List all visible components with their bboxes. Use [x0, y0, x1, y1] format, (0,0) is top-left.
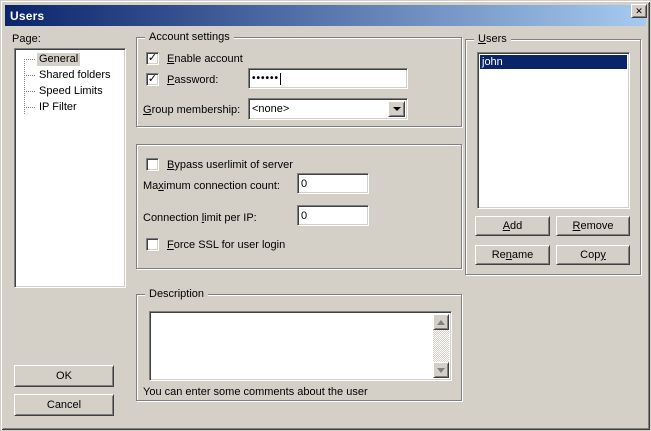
tree-item-general[interactable]: General	[17, 51, 123, 67]
arrow-down-icon	[437, 368, 445, 373]
copy-user-button[interactable]: Copy	[556, 245, 630, 265]
ok-button[interactable]: OK	[14, 365, 114, 387]
connection-settings-group: Bypass userlimit of server Maximum conne…	[136, 144, 462, 269]
tree-branch-icon	[24, 59, 35, 60]
scroll-up-button[interactable]	[433, 314, 449, 330]
enable-account-label: Enable account	[167, 53, 243, 65]
close-button[interactable]: ✕	[631, 4, 647, 18]
rename-button-label: Rename	[492, 249, 534, 261]
add-button-label: Add	[503, 220, 523, 232]
text-caret	[280, 73, 281, 85]
max-connection-count-label: Maximum connection count:	[143, 180, 280, 192]
bypass-userlimit-label: Bypass userlimit of server	[167, 159, 293, 171]
force-ssl-checkbox[interactable]	[146, 238, 159, 251]
tree-branch-icon	[24, 107, 35, 108]
title-bar[interactable]: Users	[5, 5, 646, 26]
description-scrollbar[interactable]	[433, 314, 449, 378]
bypass-userlimit-checkbox[interactable]	[146, 158, 159, 171]
chevron-down-icon	[393, 107, 401, 111]
tree-item-ip-filter[interactable]: IP Filter	[17, 99, 123, 115]
close-icon: ✕	[635, 7, 643, 16]
force-ssl-label: Force SSL for user login	[167, 239, 285, 251]
account-settings-title: Account settings	[145, 31, 234, 44]
remove-button-label: Remove	[573, 220, 614, 232]
checkmark-icon: ✓	[148, 74, 157, 85]
password-label: Password:	[167, 74, 218, 86]
ok-button-label: OK	[56, 370, 72, 382]
password-value: ••••••	[252, 73, 279, 84]
group-membership-dropdown[interactable]: <none>	[248, 98, 408, 120]
users-group-title: Users	[474, 33, 511, 46]
checkmark-icon: ✓	[148, 53, 157, 64]
user-list-item[interactable]: john	[480, 55, 627, 69]
group-membership-value: <none>	[252, 103, 289, 115]
cancel-button-label: Cancel	[47, 399, 81, 411]
page-label: Page:	[12, 33, 41, 45]
enable-account-checkbox[interactable]: ✓	[146, 52, 159, 65]
password-checkbox[interactable]: ✓	[146, 73, 159, 86]
tree-item-speed-limits[interactable]: Speed Limits	[17, 83, 123, 99]
connection-limit-per-ip-input[interactable]: 0	[297, 205, 369, 226]
add-user-button[interactable]: Add	[475, 216, 550, 236]
password-input[interactable]: ••••••	[248, 68, 408, 89]
users-list: john	[477, 52, 630, 209]
page-tree: General Shared folders Speed Limits IP F…	[14, 48, 126, 288]
description-textarea[interactable]	[149, 311, 452, 381]
cancel-button[interactable]: Cancel	[14, 394, 114, 416]
account-settings-group: Account settings ✓ Enable account ✓ Pass…	[136, 37, 462, 127]
tree-item-label: Speed Limits	[37, 85, 105, 98]
description-group: Description You can enter some comments …	[136, 294, 462, 401]
tree-branch-icon	[24, 91, 35, 92]
tree-item-label: General	[37, 53, 80, 66]
description-hint: You can enter some comments about the us…	[143, 386, 368, 398]
users-group: Users john Add Remove Rename Copy	[465, 39, 641, 275]
arrow-up-icon	[437, 320, 445, 325]
user-name: john	[482, 56, 503, 68]
max-connection-count-value: 0	[301, 178, 307, 190]
users-dialog: Users ✕ Page: General Shared folders Spe…	[0, 0, 651, 431]
window-title: Users	[10, 9, 44, 23]
copy-button-label: Copy	[580, 249, 606, 261]
connection-limit-per-ip-label: Connection limit per IP:	[143, 212, 257, 224]
scroll-down-button[interactable]	[433, 362, 449, 378]
tree-branch-icon	[24, 75, 35, 76]
group-membership-label: Group membership:	[143, 104, 240, 116]
tree-item-label: Shared folders	[37, 69, 113, 82]
remove-user-button[interactable]: Remove	[556, 216, 630, 236]
rename-user-button[interactable]: Rename	[475, 245, 550, 265]
tree-item-label: IP Filter	[37, 101, 79, 114]
dropdown-button[interactable]	[388, 101, 405, 117]
description-title: Description	[145, 288, 208, 301]
max-connection-count-input[interactable]: 0	[297, 173, 369, 194]
tree-item-shared-folders[interactable]: Shared folders	[17, 67, 123, 83]
connection-limit-per-ip-value: 0	[301, 210, 307, 222]
